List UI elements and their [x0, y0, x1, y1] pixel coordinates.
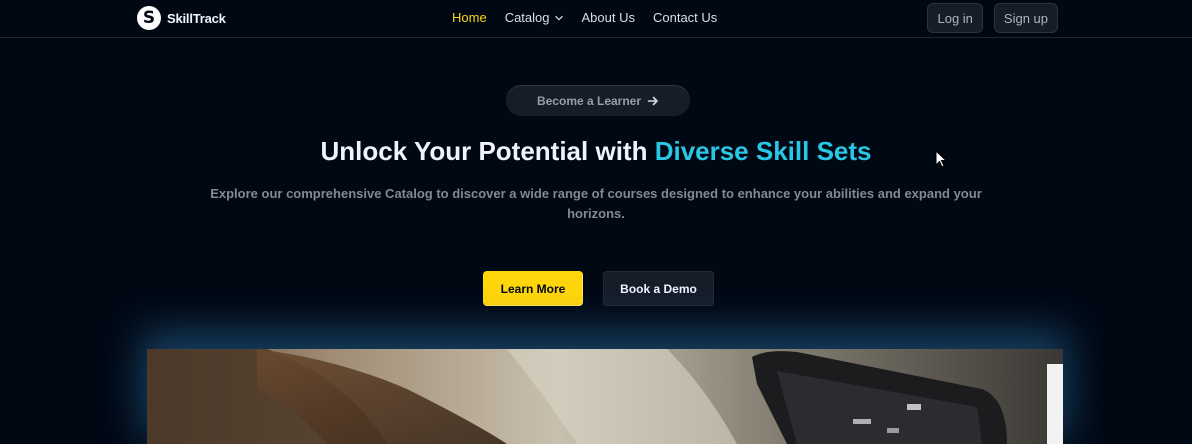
login-button[interactable]: Log in	[927, 3, 983, 33]
logo-icon: S	[137, 6, 161, 30]
hero-video[interactable]	[147, 349, 1063, 444]
nav-about-us[interactable]: About Us	[582, 10, 635, 25]
nav-contact-us[interactable]: Contact Us	[653, 10, 717, 25]
brand-name: SkillTrack	[167, 10, 226, 26]
brand-logo[interactable]: S SkillTrack	[137, 6, 226, 30]
nav-catalog[interactable]: Catalog	[505, 10, 564, 25]
nav-home[interactable]: Home	[452, 10, 487, 25]
chevron-down-icon	[554, 15, 563, 21]
book-demo-button[interactable]: Book a Demo	[603, 271, 714, 306]
hero-subtitle: Explore our comprehensive Catalog to dis…	[210, 186, 982, 221]
auth-buttons: Log in Sign up	[927, 3, 1058, 33]
hero-title-highlight: Diverse Skill Sets	[654, 136, 872, 166]
signup-button[interactable]: Sign up	[993, 3, 1058, 33]
cta-row: Learn More Book a Demo	[483, 271, 714, 306]
hero-title-prefix: Unlock Your Potential with	[320, 136, 655, 166]
mouse-cursor-icon	[935, 150, 947, 168]
main-nav: Home Catalog About Us Contact Us	[452, 10, 717, 25]
hero-video-frame	[147, 349, 1063, 444]
learn-more-button[interactable]: Learn More	[483, 271, 583, 306]
arrow-right-icon	[647, 96, 658, 105]
become-learner-label: Become a Learner	[536, 93, 642, 108]
top-navbar: S SkillTrack Home Catalog About Us Conta…	[0, 0, 1192, 38]
nav-catalog-label: Catalog	[504, 10, 550, 25]
hero-title: Unlock Your Potential with Diverse Skill…	[0, 136, 1192, 167]
become-learner-button[interactable]: Become a Learner	[506, 85, 690, 116]
